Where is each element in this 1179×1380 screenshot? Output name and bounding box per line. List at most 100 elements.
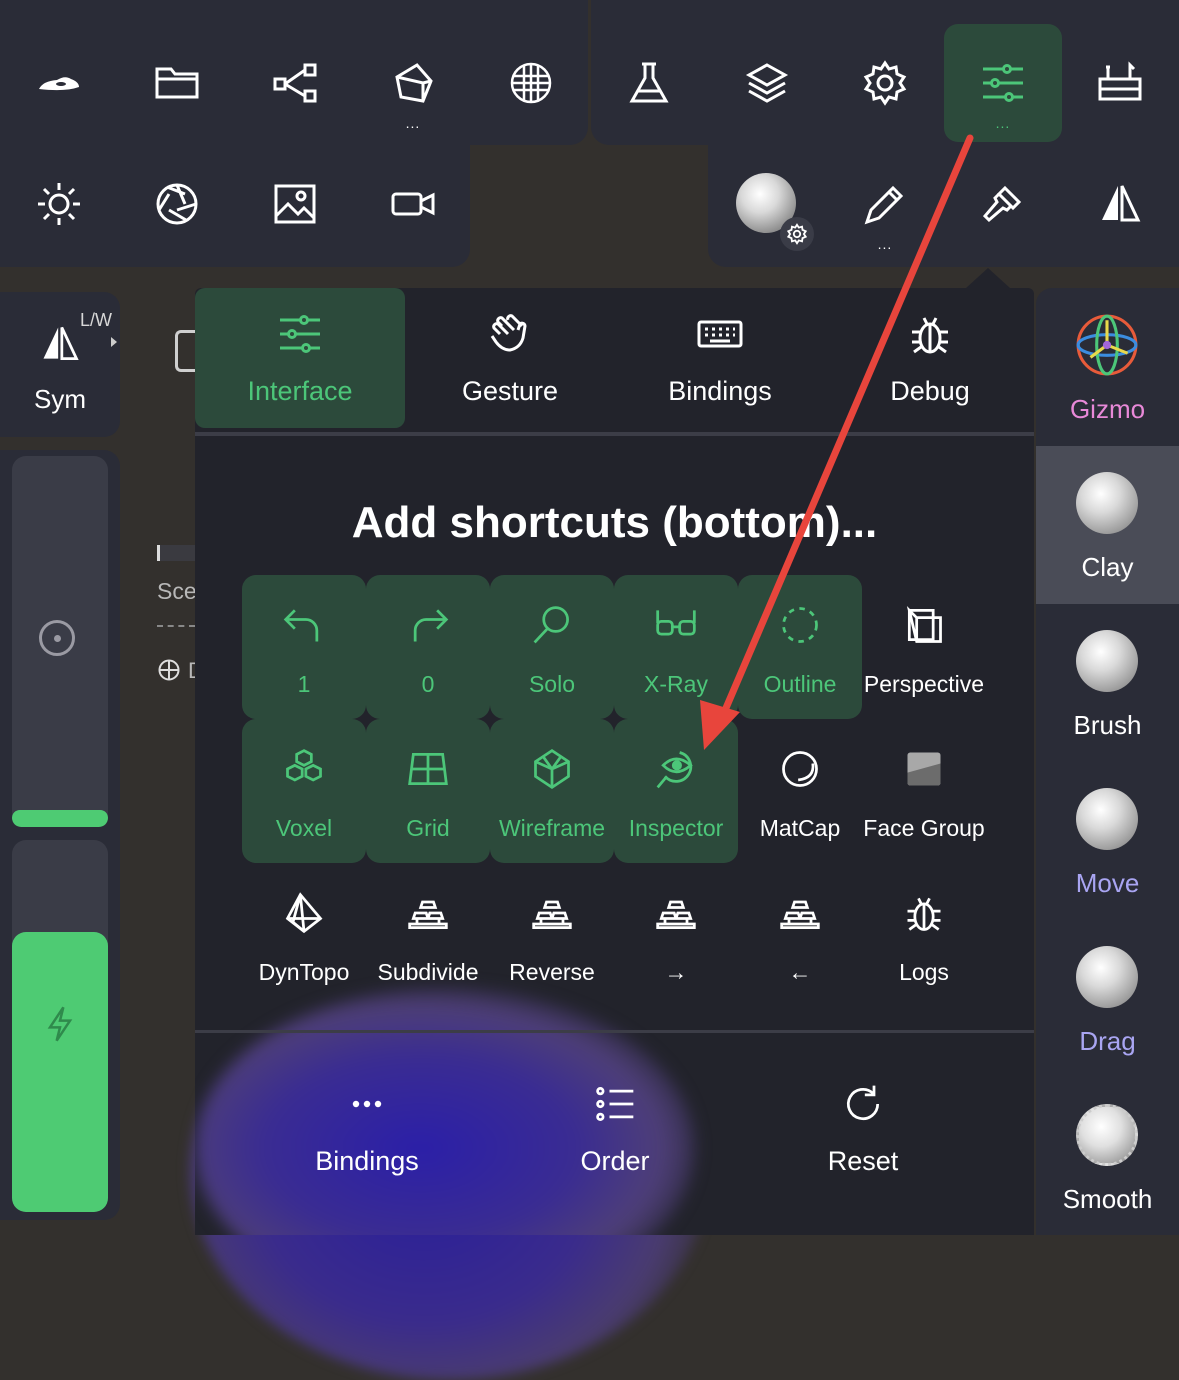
shortcut-inspector[interactable]: Inspector [614, 719, 738, 863]
tool-gizmo[interactable]: Gizmo [1036, 288, 1179, 446]
shortcut-label: Logs [899, 959, 949, 985]
gear-icon [863, 60, 907, 106]
button-label: Reset [827, 1146, 899, 1176]
wireframe-icon [534, 749, 570, 789]
popup-title: Add shortcuts (bottom)... [351, 498, 878, 547]
wireframe-button[interactable] [472, 24, 590, 142]
shortcut-label: Wireframe [498, 815, 606, 841]
settings-button[interactable] [826, 24, 944, 142]
postprocess-button[interactable] [118, 145, 236, 263]
order-button[interactable]: Order [515, 1068, 715, 1188]
shortcut-label: ← [788, 959, 812, 985]
shortcut-outline[interactable]: Outline [738, 575, 862, 719]
lightning-icon [47, 1006, 73, 1042]
shortcut-label: X-Ray [644, 671, 708, 697]
shortcut-matcap[interactable]: MatCap [738, 719, 862, 863]
shortcut-previous[interactable]: ← [738, 863, 862, 1007]
tab-label: Interface [247, 376, 353, 406]
interface-settings-button[interactable]: ... [944, 24, 1062, 142]
gizmo-icon [1076, 314, 1138, 376]
dyntopo-icon [285, 892, 323, 934]
aperture-icon [156, 183, 198, 225]
lw-label: L/W [80, 310, 113, 330]
tab-debug[interactable]: Debug [825, 288, 1034, 428]
sliders-icon [280, 315, 320, 353]
face-group-icon [907, 752, 941, 786]
shortcut-label: Voxel [275, 815, 333, 841]
shortcut-label: → [664, 959, 688, 985]
shortcut-label: Inspector [628, 815, 724, 841]
tool-label: Move [1075, 868, 1140, 898]
tools-button[interactable] [1061, 24, 1179, 142]
material-button[interactable] [708, 145, 826, 263]
shortcut-label: Face Group [863, 815, 985, 841]
sliders-icon [983, 64, 1023, 102]
tool-label: Smooth [1062, 1184, 1153, 1214]
shortcut-wireframe[interactable]: Wireframe [490, 719, 614, 863]
tool-label: Brush [1073, 710, 1142, 740]
tab-divider [195, 432, 1034, 436]
shortcut-label: DynTopo [258, 959, 350, 985]
shortcut-perspective[interactable]: Perspective [862, 575, 986, 719]
tab-label: Debug [890, 376, 970, 406]
symmetry-button[interactable] [1061, 145, 1179, 263]
tool-clay[interactable]: Clay [1036, 446, 1179, 604]
tab-bindings[interactable]: Bindings [615, 288, 825, 428]
stroke-button[interactable]: ... [826, 145, 944, 263]
shortcut-logs[interactable]: Logs [862, 863, 986, 1007]
logo-button[interactable] [0, 24, 118, 142]
reset-icon [846, 1085, 880, 1120]
stack-icon [408, 900, 448, 930]
shortcut-voxel[interactable]: Voxel [242, 719, 366, 863]
undo-icon [283, 609, 319, 642]
stack-icon [656, 900, 696, 930]
shortcut-solo[interactable]: Solo [490, 575, 614, 719]
tool-smooth[interactable]: Smooth [1036, 1078, 1179, 1236]
layers-icon [745, 63, 789, 103]
experimental-button[interactable] [590, 24, 708, 142]
background-button[interactable] [236, 145, 354, 263]
move-ball-icon [1076, 788, 1138, 850]
list-order-icon [596, 1087, 634, 1121]
scene-button[interactable] [236, 24, 354, 142]
flask-icon [629, 62, 669, 103]
bindings-button[interactable]: Bindings [267, 1068, 467, 1188]
camera-button[interactable] [354, 145, 472, 263]
dashed-circle-icon [782, 607, 818, 643]
shortcut-next[interactable]: → [614, 863, 738, 1007]
tab-gesture[interactable]: Gesture [405, 288, 615, 428]
caret-right-icon [111, 337, 117, 347]
files-button[interactable] [118, 24, 236, 142]
perspective-box-icon [906, 605, 942, 643]
redo-icon [413, 609, 449, 642]
shortcut-label: Grid [406, 815, 450, 841]
shortcut-dyntopo[interactable]: DynTopo [242, 863, 366, 1007]
shortcut-xray[interactable]: X-Ray [614, 575, 738, 719]
scene-partial-label: Sce [157, 578, 197, 604]
layers-button[interactable] [708, 24, 826, 142]
shortcut-redo[interactable]: 0 [366, 575, 490, 719]
shortcut-undo[interactable]: 1 [242, 575, 366, 719]
shortcut-subdivide[interactable]: Subdivide [366, 863, 490, 1007]
shortcut-grid[interactable]: Grid [366, 719, 490, 863]
magnifier-icon [533, 606, 569, 644]
gear-icon [786, 223, 808, 245]
smooth-ball-icon [1076, 1104, 1138, 1166]
tab-interface[interactable]: Interface [195, 288, 405, 428]
shortcut-face-group[interactable]: Face Group [862, 719, 986, 863]
topology-button[interactable]: ... [354, 24, 472, 142]
sym-label: Sym [34, 384, 86, 414]
scene-divider [157, 625, 195, 627]
tool-label: Drag [1079, 1026, 1136, 1056]
more-indicator: ... [877, 236, 893, 252]
shortcut-label: Outline [763, 671, 837, 697]
tool-move[interactable]: Move [1036, 762, 1179, 920]
shortcut-reverse[interactable]: Reverse [490, 863, 614, 1007]
tool-brush[interactable]: Brush [1036, 604, 1179, 762]
more-indicator: ... [995, 115, 1011, 131]
painting-button[interactable] [944, 145, 1062, 263]
shortcut-label: MatCap [759, 815, 841, 841]
lighting-button[interactable] [0, 145, 118, 263]
tool-drag[interactable]: Drag [1036, 920, 1179, 1078]
reset-button[interactable]: Reset [763, 1068, 963, 1188]
